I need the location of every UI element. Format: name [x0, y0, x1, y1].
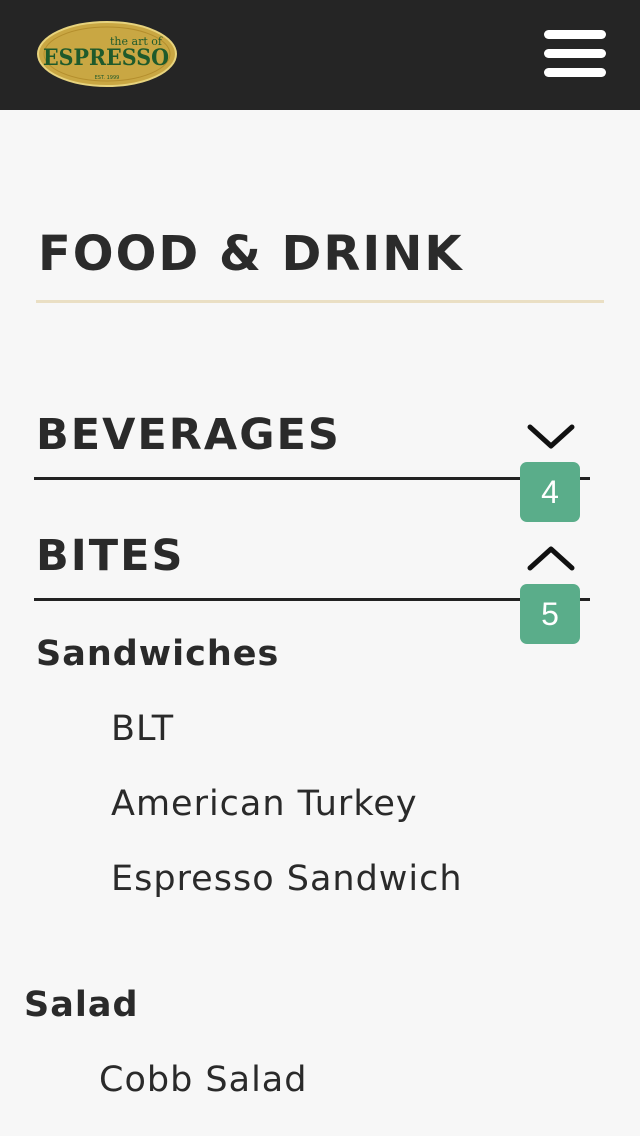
menu-item-espresso-sandwich[interactable]: Espresso Sandwich [111, 859, 463, 899]
menu-item-american-turkey[interactable]: American Turkey [111, 784, 418, 824]
page-title: FOOD & DRINK [38, 226, 464, 282]
chevron-down-icon[interactable] [526, 422, 576, 452]
accordion-bites[interactable]: BITES [34, 531, 590, 601]
logo-established: EST. 1999 [95, 75, 120, 81]
espresso-logo[interactable]: the art of ESPRESSO EST. 1999 [36, 21, 178, 87]
section-divider [34, 598, 590, 601]
hamburger-menu-button[interactable] [540, 28, 610, 80]
group-heading-salad: Salad [24, 985, 139, 1025]
item-count-badge: 4 [520, 462, 580, 522]
item-count-badge: 5 [520, 584, 580, 644]
title-divider [36, 300, 604, 303]
section-title-beverages: BEVERAGES [36, 410, 341, 460]
section-divider [34, 477, 590, 480]
chevron-up-icon[interactable] [526, 543, 576, 573]
group-heading-sandwiches: Sandwiches [36, 634, 280, 674]
section-title-bites: BITES [36, 531, 185, 581]
accordion-beverages[interactable]: BEVERAGES [34, 410, 590, 480]
menu-item-cobb-salad[interactable]: Cobb Salad [99, 1060, 307, 1100]
logo-wordmark: ESPRESSO [43, 45, 169, 71]
top-navigation-bar: the art of ESPRESSO EST. 1999 [0, 0, 640, 110]
menu-item-blt[interactable]: BLT [111, 709, 174, 749]
